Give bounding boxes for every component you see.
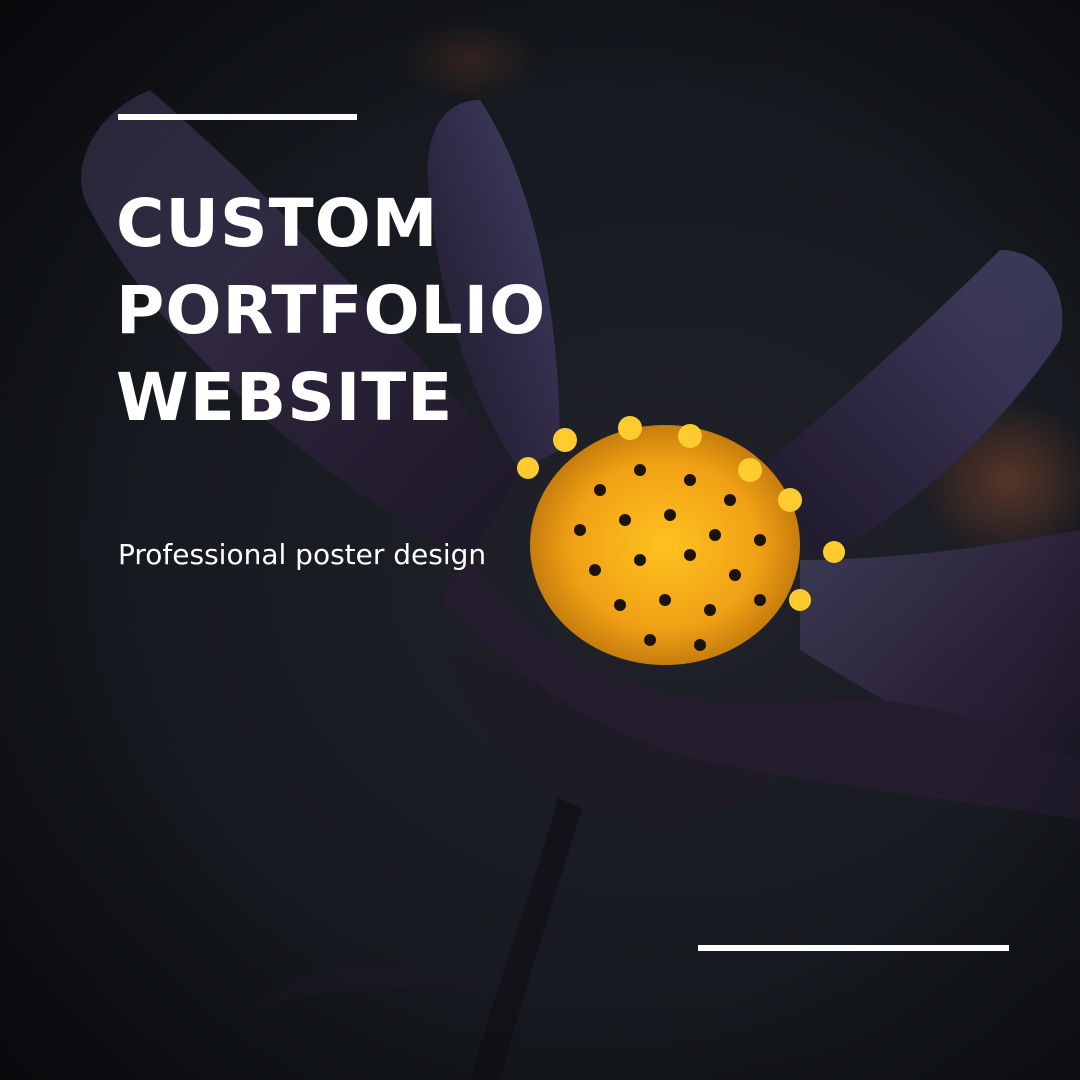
subtitle: Professional poster design (118, 538, 487, 571)
bottom-divider-line (698, 945, 1009, 951)
top-divider-line (118, 114, 357, 120)
headline-line-3: WEBSITE (116, 359, 454, 436)
headline: CUSTOM PORTFOLIO WEBSITE (116, 180, 546, 441)
poster: CUSTOM PORTFOLIO WEBSITE Professional po… (0, 0, 1080, 1080)
headline-line-2: PORTFOLIO (116, 272, 547, 349)
headline-line-1: CUSTOM (116, 185, 439, 262)
